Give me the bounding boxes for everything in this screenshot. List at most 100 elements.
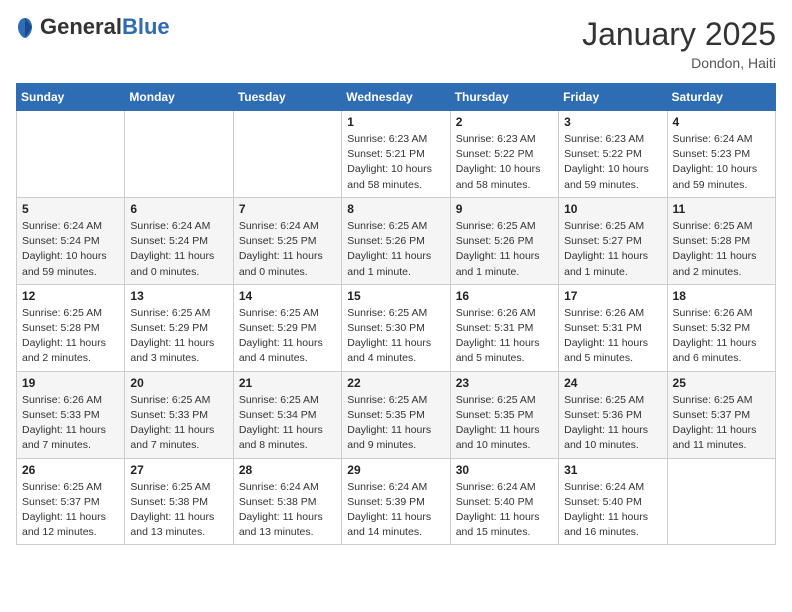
calendar-cell bbox=[667, 458, 775, 545]
calendar-cell: 5 Sunrise: 6:24 AM Sunset: 5:24 PM Daylig… bbox=[17, 197, 125, 284]
day-info: Sunrise: 6:25 AM Sunset: 5:29 PM Dayligh… bbox=[130, 306, 227, 367]
weekday-header-row: SundayMondayTuesdayWednesdayThursdayFrid… bbox=[17, 84, 776, 111]
calendar-cell: 27 Sunrise: 6:25 AM Sunset: 5:38 PM Dayli… bbox=[125, 458, 233, 545]
day-info: Sunrise: 6:24 AM Sunset: 5:40 PM Dayligh… bbox=[564, 480, 661, 541]
day-number: 27 bbox=[130, 463, 227, 477]
calendar-cell: 21Sunrise: 6:25 AM Sunset: 5:34 PM Dayli… bbox=[233, 371, 341, 458]
calendar-cell: 11 Sunrise: 6:25 AM Sunset: 5:28 PM Dayli… bbox=[667, 197, 775, 284]
day-number: 31 bbox=[564, 463, 661, 477]
day-number: 22 bbox=[347, 376, 444, 390]
calendar-cell: 18Sunrise: 6:26 AM Sunset: 5:32 PM Dayli… bbox=[667, 284, 775, 371]
day-number: 30 bbox=[456, 463, 553, 477]
day-info: Sunrise: 6:25 AM Sunset: 5:35 PM Dayligh… bbox=[347, 393, 444, 454]
day-info: Sunrise: 6:25 AM Sunset: 5:30 PM Dayligh… bbox=[347, 306, 444, 367]
day-info: Sunrise: 6:25 AM Sunset: 5:28 PM Dayligh… bbox=[673, 219, 770, 280]
day-info: Sunrise: 6:26 AM Sunset: 5:33 PM Dayligh… bbox=[22, 393, 119, 454]
day-info: Sunrise: 6:25 AM Sunset: 5:36 PM Dayligh… bbox=[564, 393, 661, 454]
day-info: Sunrise: 6:25 AM Sunset: 5:37 PM Dayligh… bbox=[673, 393, 770, 454]
calendar-cell bbox=[125, 111, 233, 198]
day-info: Sunrise: 6:24 AM Sunset: 5:39 PM Dayligh… bbox=[347, 480, 444, 541]
day-number: 9 bbox=[456, 202, 553, 216]
calendar-cell: 2 Sunrise: 6:23 AM Sunset: 5:22 PM Daylig… bbox=[450, 111, 558, 198]
calendar-cell: 14Sunrise: 6:25 AM Sunset: 5:29 PM Dayli… bbox=[233, 284, 341, 371]
day-number: 24 bbox=[564, 376, 661, 390]
day-info: Sunrise: 6:24 AM Sunset: 5:25 PM Dayligh… bbox=[239, 219, 336, 280]
weekday-header: Thursday bbox=[450, 84, 558, 111]
day-number: 11 bbox=[673, 202, 770, 216]
day-number: 19 bbox=[22, 376, 119, 390]
calendar: SundayMondayTuesdayWednesdayThursdayFrid… bbox=[16, 83, 776, 545]
day-info: Sunrise: 6:24 AM Sunset: 5:24 PM Dayligh… bbox=[130, 219, 227, 280]
calendar-cell: 13 Sunrise: 6:25 AM Sunset: 5:29 PM Dayli… bbox=[125, 284, 233, 371]
calendar-cell: 4 Sunrise: 6:24 AM Sunset: 5:23 PM Daylig… bbox=[667, 111, 775, 198]
calendar-week-row: 19 Sunrise: 6:26 AM Sunset: 5:33 PM Dayli… bbox=[17, 371, 776, 458]
day-number: 4 bbox=[673, 115, 770, 129]
calendar-cell: 8Sunrise: 6:25 AM Sunset: 5:26 PM Daylig… bbox=[342, 197, 450, 284]
day-info: Sunrise: 6:24 AM Sunset: 5:40 PM Dayligh… bbox=[456, 480, 553, 541]
day-number: 16 bbox=[456, 289, 553, 303]
day-info: Sunrise: 6:23 AM Sunset: 5:21 PM Dayligh… bbox=[347, 132, 444, 193]
calendar-week-row: 12 Sunrise: 6:25 AM Sunset: 5:28 PM Dayli… bbox=[17, 284, 776, 371]
day-info: Sunrise: 6:25 AM Sunset: 5:38 PM Dayligh… bbox=[130, 480, 227, 541]
day-info: Sunrise: 6:25 AM Sunset: 5:37 PM Dayligh… bbox=[22, 480, 119, 541]
calendar-cell: 12 Sunrise: 6:25 AM Sunset: 5:28 PM Dayli… bbox=[17, 284, 125, 371]
calendar-week-row: 26 Sunrise: 6:25 AM Sunset: 5:37 PM Dayli… bbox=[17, 458, 776, 545]
calendar-cell: 22 Sunrise: 6:25 AM Sunset: 5:35 PM Dayli… bbox=[342, 371, 450, 458]
weekday-header: Tuesday bbox=[233, 84, 341, 111]
weekday-header: Sunday bbox=[17, 84, 125, 111]
calendar-cell: 6 Sunrise: 6:24 AM Sunset: 5:24 PM Daylig… bbox=[125, 197, 233, 284]
calendar-cell: 7 Sunrise: 6:24 AM Sunset: 5:25 PM Daylig… bbox=[233, 197, 341, 284]
day-number: 29 bbox=[347, 463, 444, 477]
calendar-cell bbox=[17, 111, 125, 198]
day-number: 7 bbox=[239, 202, 336, 216]
logo-text: GeneralBlue bbox=[40, 16, 170, 39]
month-title: January 2025 bbox=[582, 16, 776, 53]
day-number: 26 bbox=[22, 463, 119, 477]
day-number: 8 bbox=[347, 202, 444, 216]
weekday-header: Wednesday bbox=[342, 84, 450, 111]
day-info: Sunrise: 6:23 AM Sunset: 5:22 PM Dayligh… bbox=[456, 132, 553, 193]
calendar-cell: 19 Sunrise: 6:26 AM Sunset: 5:33 PM Dayli… bbox=[17, 371, 125, 458]
logo: GeneralBlue bbox=[16, 16, 170, 39]
calendar-cell: 1 Sunrise: 6:23 AM Sunset: 5:21 PM Daylig… bbox=[342, 111, 450, 198]
calendar-cell: 26 Sunrise: 6:25 AM Sunset: 5:37 PM Dayli… bbox=[17, 458, 125, 545]
calendar-week-row: 1 Sunrise: 6:23 AM Sunset: 5:21 PM Daylig… bbox=[17, 111, 776, 198]
day-number: 23 bbox=[456, 376, 553, 390]
calendar-cell: 16 Sunrise: 6:26 AM Sunset: 5:31 PM Dayli… bbox=[450, 284, 558, 371]
day-info: Sunrise: 6:25 AM Sunset: 5:35 PM Dayligh… bbox=[456, 393, 553, 454]
calendar-cell: 24 Sunrise: 6:25 AM Sunset: 5:36 PM Dayli… bbox=[559, 371, 667, 458]
day-info: Sunrise: 6:25 AM Sunset: 5:33 PM Dayligh… bbox=[130, 393, 227, 454]
day-number: 21 bbox=[239, 376, 336, 390]
calendar-cell: 30 Sunrise: 6:24 AM Sunset: 5:40 PM Dayli… bbox=[450, 458, 558, 545]
day-number: 15 bbox=[347, 289, 444, 303]
calendar-cell: 3 Sunrise: 6:23 AM Sunset: 5:22 PM Daylig… bbox=[559, 111, 667, 198]
day-number: 3 bbox=[564, 115, 661, 129]
page-header: GeneralBlue January 2025 Dondon, Haiti bbox=[16, 16, 776, 71]
calendar-cell: 9Sunrise: 6:25 AM Sunset: 5:26 PM Daylig… bbox=[450, 197, 558, 284]
day-number: 25 bbox=[673, 376, 770, 390]
day-number: 20 bbox=[130, 376, 227, 390]
day-info: Sunrise: 6:24 AM Sunset: 5:24 PM Dayligh… bbox=[22, 219, 119, 280]
day-number: 17 bbox=[564, 289, 661, 303]
day-number: 12 bbox=[22, 289, 119, 303]
day-number: 13 bbox=[130, 289, 227, 303]
logo-icon bbox=[16, 17, 34, 39]
day-info: Sunrise: 6:24 AM Sunset: 5:38 PM Dayligh… bbox=[239, 480, 336, 541]
day-info: Sunrise: 6:24 AM Sunset: 5:23 PM Dayligh… bbox=[673, 132, 770, 193]
calendar-cell: 25 Sunrise: 6:25 AM Sunset: 5:37 PM Dayli… bbox=[667, 371, 775, 458]
day-number: 6 bbox=[130, 202, 227, 216]
day-info: Sunrise: 6:23 AM Sunset: 5:22 PM Dayligh… bbox=[564, 132, 661, 193]
day-number: 1 bbox=[347, 115, 444, 129]
calendar-cell: 31 Sunrise: 6:24 AM Sunset: 5:40 PM Dayli… bbox=[559, 458, 667, 545]
weekday-header: Friday bbox=[559, 84, 667, 111]
calendar-cell: 23 Sunrise: 6:25 AM Sunset: 5:35 PM Dayli… bbox=[450, 371, 558, 458]
day-number: 10 bbox=[564, 202, 661, 216]
weekday-header: Monday bbox=[125, 84, 233, 111]
calendar-week-row: 5 Sunrise: 6:24 AM Sunset: 5:24 PM Daylig… bbox=[17, 197, 776, 284]
day-number: 5 bbox=[22, 202, 119, 216]
day-info: Sunrise: 6:25 AM Sunset: 5:29 PM Dayligh… bbox=[239, 306, 336, 367]
day-info: Sunrise: 6:25 AM Sunset: 5:28 PM Dayligh… bbox=[22, 306, 119, 367]
day-info: Sunrise: 6:26 AM Sunset: 5:31 PM Dayligh… bbox=[456, 306, 553, 367]
day-number: 2 bbox=[456, 115, 553, 129]
location: Dondon, Haiti bbox=[582, 55, 776, 71]
